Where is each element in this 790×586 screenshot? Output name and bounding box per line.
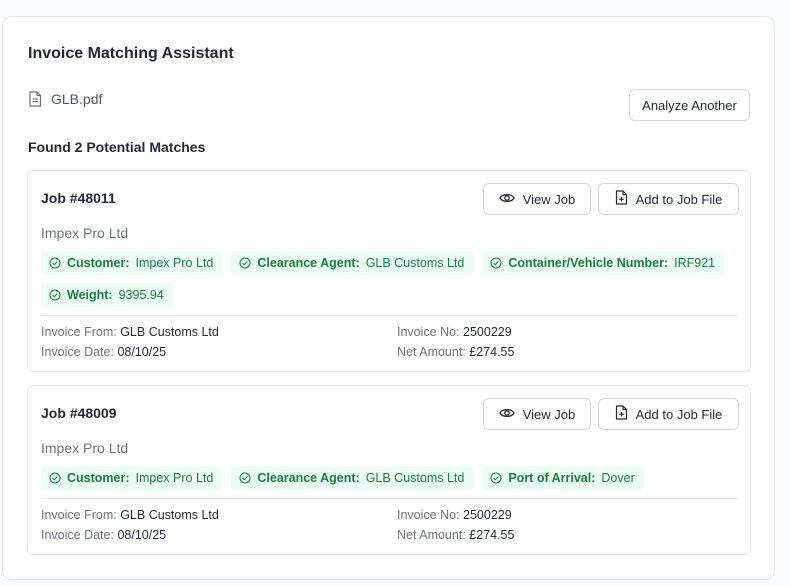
view-job-button[interactable]: View Job xyxy=(483,398,591,430)
match-tag: Container/Vehicle Number: IRF921 xyxy=(482,251,725,275)
add-to-job-file-label: Add to Job File xyxy=(635,191,723,207)
job-number: Job #48009 xyxy=(41,405,117,421)
match-tag: Clearance Agent: GLB Customs Ltd xyxy=(231,466,474,490)
company-name: Impex Pro Ltd xyxy=(41,225,129,241)
results-heading: Found 2 Potential Matches xyxy=(28,139,206,155)
tag-value: Impex Pro Ltd xyxy=(135,256,214,270)
tag-label: Container/Vehicle Number: xyxy=(508,256,669,270)
tag-label: Clearance Agent: xyxy=(257,471,360,485)
net-amount: Net Amount: £274.55 xyxy=(397,345,515,359)
match-tag: Clearance Agent: GLB Customs Ltd xyxy=(231,251,474,275)
tag-label: Customer: xyxy=(67,256,130,270)
invoice-number: Invoice No: 2500229 xyxy=(397,325,512,339)
tag-label: Weight: xyxy=(67,288,113,302)
invoice-matching-panel: Invoice Matching Assistant GLB.pdf Analy… xyxy=(2,16,775,580)
add-to-job-file-button[interactable]: Add to Job File xyxy=(598,398,739,430)
net-amount: Net Amount: £274.55 xyxy=(397,528,515,542)
job-number: Job #48011 xyxy=(41,190,116,206)
tag-value: IRF921 xyxy=(674,256,716,270)
eye-icon xyxy=(498,407,515,422)
file-plus-icon xyxy=(615,405,628,423)
document-icon xyxy=(28,91,42,107)
invoice-date: Invoice Date: 08/10/25 xyxy=(41,345,167,359)
check-circle-icon xyxy=(49,257,61,269)
view-job-label: View Job xyxy=(522,191,576,207)
match-tag: Port of Arrival: Dover xyxy=(482,466,644,490)
match-card: Job #48011 View Job Add to Job File Impe… xyxy=(27,170,751,372)
tag-label: Customer: xyxy=(67,471,130,485)
check-circle-icon xyxy=(490,257,502,269)
match-tags: Customer: Impex Pro Ltd Clearance Agent:… xyxy=(41,466,741,490)
add-to-job-file-button[interactable]: Add to Job File xyxy=(598,183,739,215)
match-tag: Customer: Impex Pro Ltd xyxy=(41,251,223,275)
tag-value: 9395.94 xyxy=(118,288,164,302)
file-plus-icon xyxy=(615,190,628,208)
match-tag: Customer: Impex Pro Ltd xyxy=(41,466,223,490)
company-name: Impex Pro Ltd xyxy=(41,440,129,456)
tag-value: Impex Pro Ltd xyxy=(135,471,214,485)
divider xyxy=(41,315,738,316)
divider xyxy=(41,498,738,499)
eye-icon xyxy=(498,192,515,207)
invoice-date: Invoice Date: 08/10/25 xyxy=(41,528,167,542)
invoice-from: Invoice From: GLB Customs Ltd xyxy=(41,325,219,339)
tag-value: Dover xyxy=(601,471,635,485)
tag-value: GLB Customs Ltd xyxy=(365,471,465,485)
analyze-another-button[interactable]: Analyze Another xyxy=(629,89,750,121)
view-job-button[interactable]: View Job xyxy=(483,183,591,215)
tag-label: Clearance Agent: xyxy=(257,256,360,270)
check-circle-icon xyxy=(239,257,251,269)
tag-value: GLB Customs Ltd xyxy=(365,256,465,270)
check-circle-icon xyxy=(239,472,251,484)
match-tag: Weight: 9395.94 xyxy=(41,283,173,307)
check-circle-icon xyxy=(49,472,61,484)
file-name: GLB.pdf xyxy=(51,91,103,107)
page-title: Invoice Matching Assistant xyxy=(28,45,234,62)
match-card: Job #48009 View Job Add to Job File Impe… xyxy=(27,385,751,555)
invoice-from: Invoice From: GLB Customs Ltd xyxy=(41,508,219,522)
match-tags: Customer: Impex Pro Ltd Clearance Agent:… xyxy=(41,251,741,307)
view-job-label: View Job xyxy=(522,406,576,422)
invoice-number: Invoice No: 2500229 xyxy=(397,508,512,522)
tag-label: Port of Arrival: xyxy=(508,471,596,485)
add-to-job-file-label: Add to Job File xyxy=(635,406,723,422)
file-row: GLB.pdf xyxy=(28,91,102,107)
check-circle-icon xyxy=(490,472,502,484)
check-circle-icon xyxy=(49,289,61,301)
